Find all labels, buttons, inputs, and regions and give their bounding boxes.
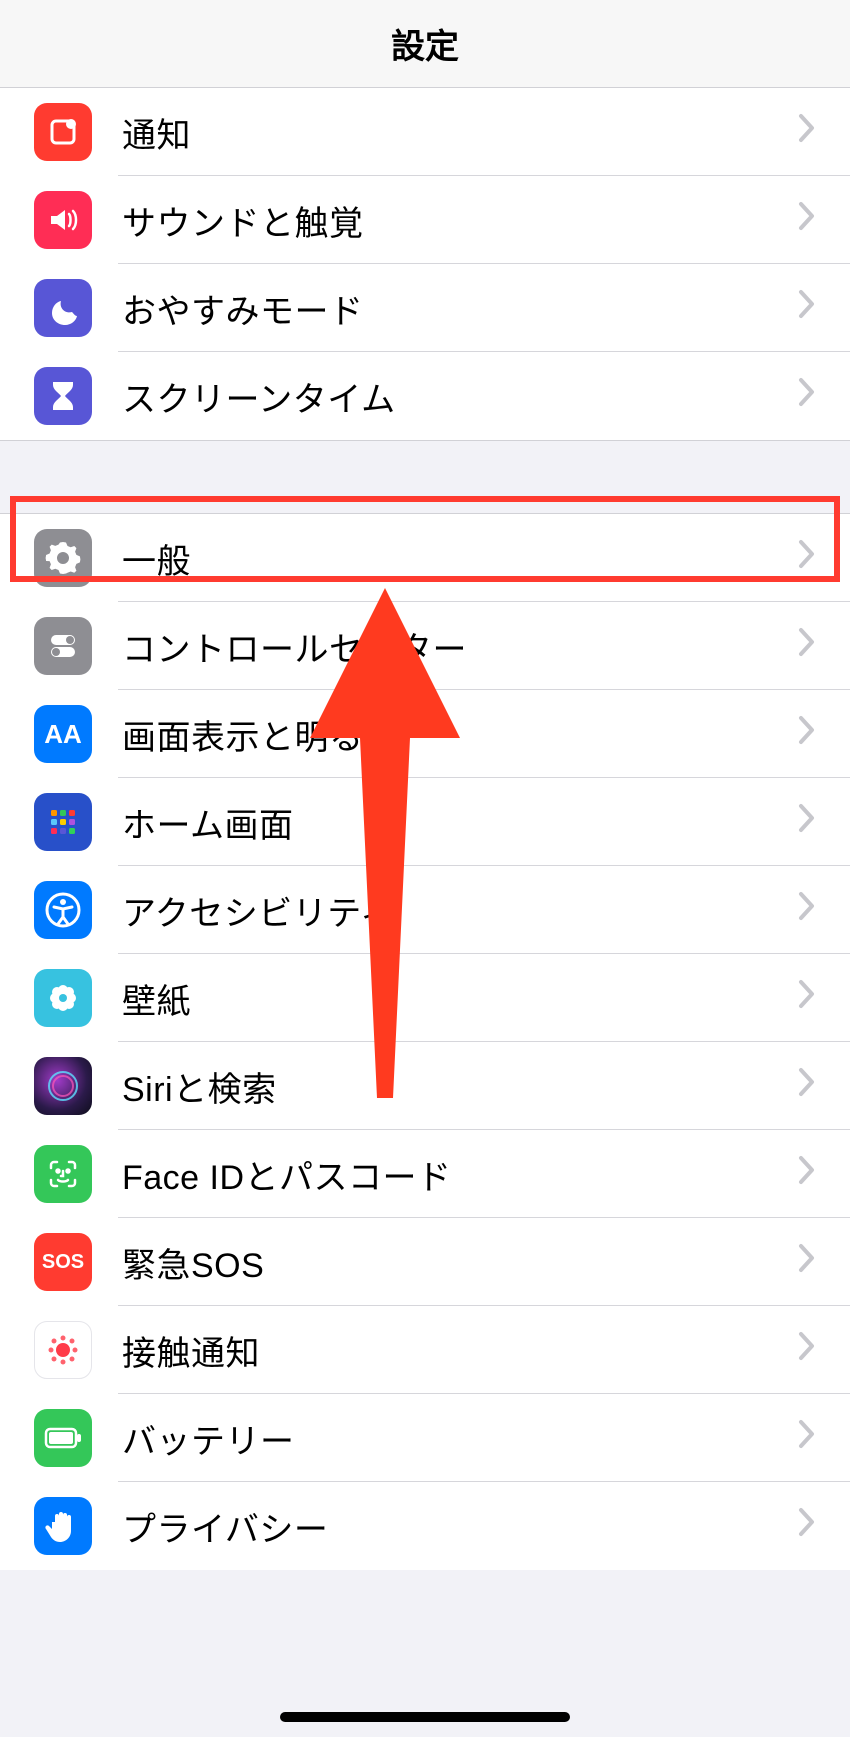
chevron-right-icon [798,377,816,415]
home-indicator[interactable] [280,1712,570,1722]
settings-group-1: 通知 サウンドと触覚 おやすみモード スクリーンタイム [0,88,850,441]
notifications-icon [34,103,92,161]
row-notifications[interactable]: 通知 [0,88,850,176]
row-siri[interactable]: Siriと検索 [0,1042,850,1130]
exposure-icon [34,1321,92,1379]
chevron-right-icon [798,1067,816,1105]
toggles-icon [34,617,92,675]
row-sos[interactable]: SOS 緊急SOS [0,1218,850,1306]
chevron-right-icon [798,1419,816,1457]
chevron-right-icon [798,627,816,665]
settings-group-2: 一般 コントロールセンター AA 画面表示と明るさ [0,513,850,1570]
row-label: おやすみモード [122,284,798,333]
chevron-right-icon [798,201,816,239]
grid-icon [34,793,92,851]
chevron-right-icon [798,803,816,841]
row-accessibility[interactable]: アクセシビリティ [0,866,850,954]
gear-icon [34,529,92,587]
hand-icon [34,1497,92,1555]
row-label: 接触通知 [122,1326,798,1375]
siri-icon [34,1057,92,1115]
sos-icon: SOS [34,1233,92,1291]
row-label: ホーム画面 [122,798,798,847]
speaker-icon [34,191,92,249]
row-label: Face IDとパスコード [122,1150,798,1199]
row-label: コントロールセンター [122,622,798,671]
row-wallpaper[interactable]: 壁紙 [0,954,850,1042]
text-size-icon: AA [34,705,92,763]
row-label: 緊急SOS [122,1238,798,1287]
row-label: プライバシー [122,1502,798,1551]
moon-icon [34,279,92,337]
chevron-right-icon [798,539,816,577]
row-label: 通知 [122,108,798,157]
row-privacy[interactable]: プライバシー [0,1482,850,1570]
row-faceid[interactable]: Face IDとパスコード [0,1130,850,1218]
accessibility-icon [34,881,92,939]
chevron-right-icon [798,1155,816,1193]
chevron-right-icon [798,715,816,753]
row-general[interactable]: 一般 [0,514,850,602]
row-label: スクリーンタイム [122,372,798,421]
row-display[interactable]: AA 画面表示と明るさ [0,690,850,778]
row-label: バッテリー [122,1414,798,1463]
chevron-right-icon [798,891,816,929]
row-screen-time[interactable]: スクリーンタイム [0,352,850,440]
hourglass-icon [34,367,92,425]
chevron-right-icon [798,289,816,327]
row-home-screen[interactable]: ホーム画面 [0,778,850,866]
row-sounds[interactable]: サウンドと触覚 [0,176,850,264]
chevron-right-icon [798,1331,816,1369]
section-gap [0,441,850,513]
flower-icon [34,969,92,1027]
row-label: 一般 [122,534,798,583]
row-exposure[interactable]: 接触通知 [0,1306,850,1394]
row-label: 画面表示と明るさ [122,710,798,759]
header-bar: 設定 [0,0,850,88]
row-label: アクセシビリティ [122,886,798,935]
row-label: 壁紙 [122,974,798,1023]
row-label: サウンドと触覚 [122,196,798,245]
face-icon [34,1145,92,1203]
row-control-center[interactable]: コントロールセンター [0,602,850,690]
row-dnd[interactable]: おやすみモード [0,264,850,352]
battery-icon [34,1409,92,1467]
row-label: Siriと検索 [122,1062,798,1111]
chevron-right-icon [798,979,816,1017]
chevron-right-icon [798,1243,816,1281]
page-title: 設定 [391,19,459,68]
row-battery[interactable]: バッテリー [0,1394,850,1482]
chevron-right-icon [798,1507,816,1545]
chevron-right-icon [798,113,816,151]
